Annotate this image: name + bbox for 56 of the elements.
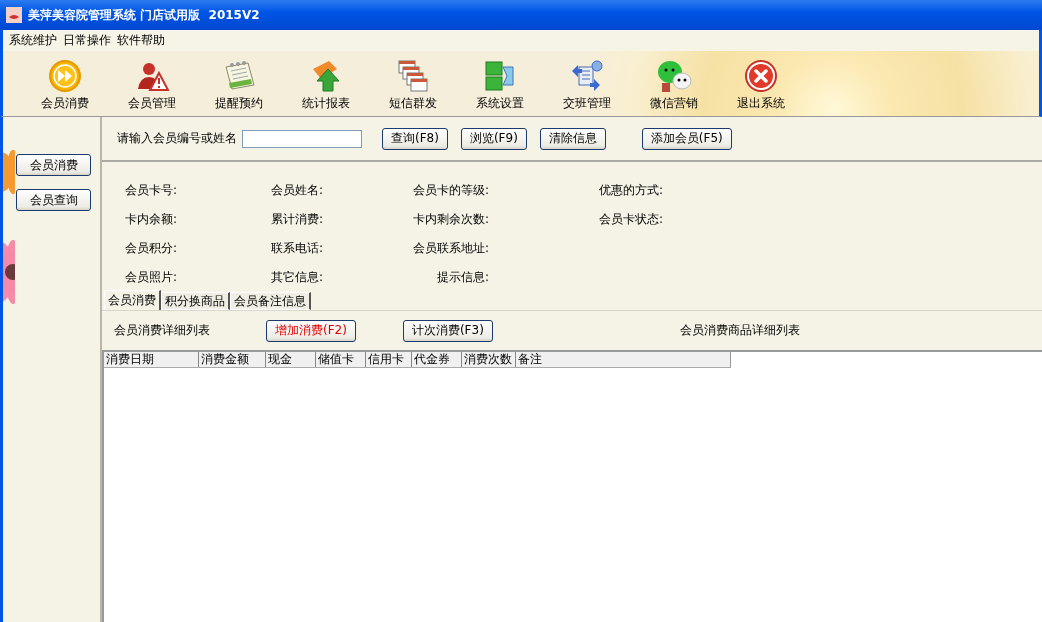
field-label: 会员卡号: xyxy=(125,181,179,199)
column-header[interactable]: 消费金额 xyxy=(199,352,266,367)
field-label: 优惠的方式: xyxy=(599,181,665,199)
field-label: 会员卡状态: xyxy=(599,210,665,228)
toolbar-button[interactable]: 会员管理 xyxy=(108,59,195,112)
menu-item[interactable]: 软件帮助 xyxy=(117,32,165,49)
documents-icon xyxy=(395,59,430,93)
column-header[interactable]: 消费日期 xyxy=(104,352,199,367)
toolbar-button[interactable]: 统计报表 xyxy=(282,59,369,112)
sidebar-button[interactable]: 会员消费 xyxy=(16,154,91,176)
field-label: 卡内余额: xyxy=(125,210,179,228)
search-action-button[interactable]: 查询(F8) xyxy=(382,127,448,150)
column-header[interactable]: 现金 xyxy=(266,352,316,367)
toolbar-button[interactable]: 交班管理 xyxy=(543,59,630,112)
fast-forward-icon xyxy=(47,59,82,93)
search-label: 请输入会员编号或姓名 xyxy=(117,130,237,147)
close-icon xyxy=(743,59,778,93)
stacked-blocks-icon xyxy=(482,59,517,93)
column-header[interactable]: 备注 xyxy=(516,352,730,367)
search-action-button[interactable]: 清除信息 xyxy=(539,127,606,150)
field-label: 卡内剩余次数: xyxy=(411,210,489,228)
tab[interactable]: 积分换商品 xyxy=(161,292,230,310)
toolbar-button[interactable]: 会员消费 xyxy=(21,59,108,112)
field-label: 联系电话: xyxy=(271,239,325,257)
field-label: 其它信息: xyxy=(271,268,325,286)
column-header[interactable]: 信用卡 xyxy=(366,352,412,367)
field-label: 会员联系地址: xyxy=(411,239,489,257)
field-label: 会员照片: xyxy=(125,268,179,286)
add-member-button[interactable]: 添加会员(F5) xyxy=(641,127,732,150)
list-title: 会员消费商品详细列表 xyxy=(679,322,800,339)
menu-item[interactable]: 日常操作 xyxy=(63,32,111,49)
toolbar-button[interactable]: 系统设置 xyxy=(456,59,543,112)
tab[interactable]: 会员备注信息 xyxy=(230,292,311,310)
search-action-button[interactable]: 浏览(F9) xyxy=(460,127,527,150)
consume-button[interactable]: 计次消费(F3) xyxy=(402,319,493,342)
sidebar-button[interactable]: 会员查询 xyxy=(16,189,91,211)
column-header[interactable]: 消费次数 xyxy=(462,352,516,367)
app-logo-icon xyxy=(6,7,22,23)
field-label: 会员卡的等级: xyxy=(411,181,489,199)
chat-bubbles-icon xyxy=(655,59,692,93)
column-header[interactable]: 代金券 xyxy=(412,352,462,367)
toolbar-button[interactable]: 微信营销 xyxy=(630,59,717,112)
column-header[interactable]: 储值卡 xyxy=(316,352,366,367)
field-label: 会员积分: xyxy=(125,239,179,257)
list-title: 会员消费详细列表 xyxy=(114,322,210,339)
consume-button[interactable]: 增加消费(F2) xyxy=(266,319,356,342)
toolbar-button[interactable]: 短信群发 xyxy=(369,59,456,112)
field-label: 会员姓名: xyxy=(271,181,325,199)
menu-item[interactable]: 系统维护 xyxy=(9,32,57,49)
window-title: 美萍美容院管理系统 门店试用版 2015V2 xyxy=(28,6,260,24)
field-label: 累计消费: xyxy=(271,210,325,228)
search-field[interactable] xyxy=(242,129,362,148)
toolbar-button[interactable]: 退出系统 xyxy=(717,59,804,112)
toolbar-button[interactable]: 提醒预约 xyxy=(195,59,282,112)
field-label: 提示信息: xyxy=(435,268,489,286)
tab[interactable]: 会员消费 xyxy=(104,290,161,310)
